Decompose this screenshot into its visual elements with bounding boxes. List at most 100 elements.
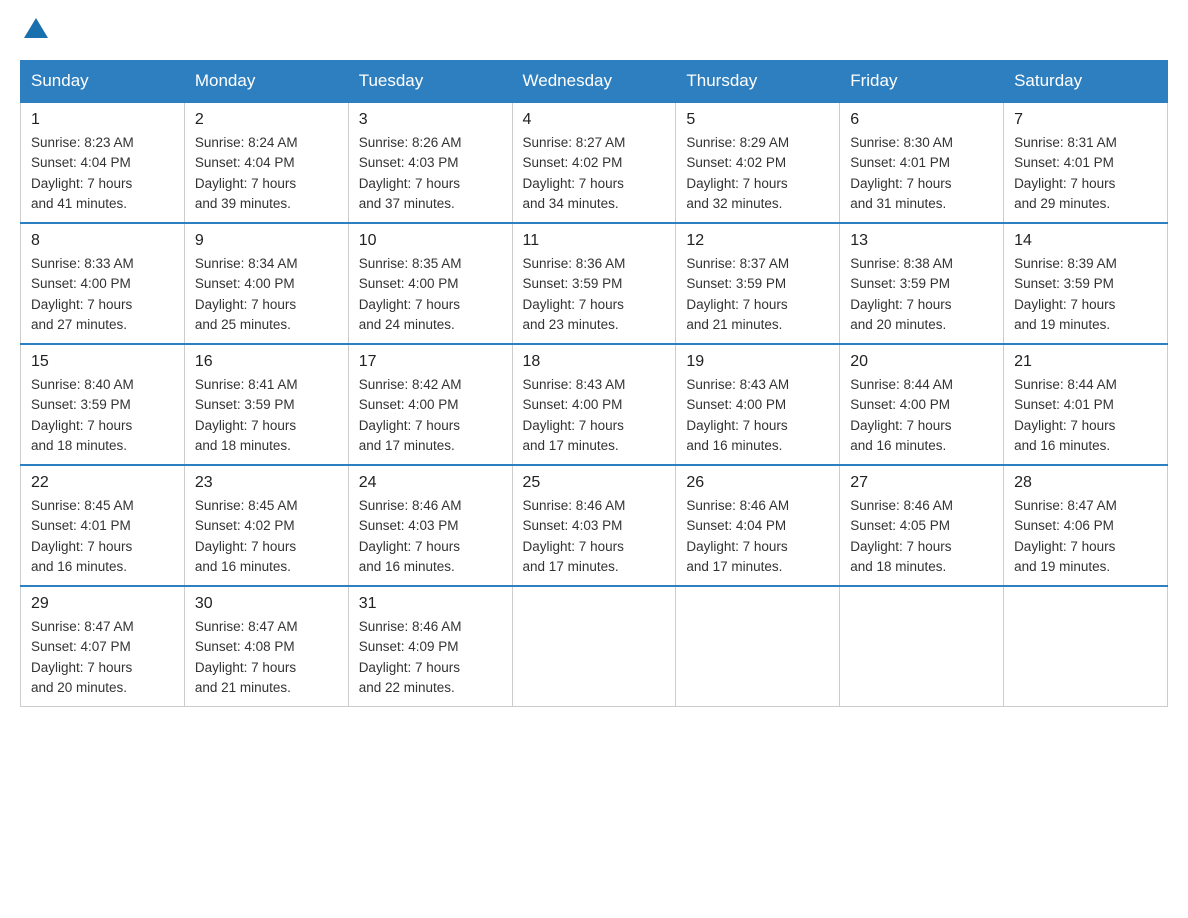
day-info: Sunrise: 8:43 AMSunset: 4:00 PMDaylight:… [686,377,789,453]
day-info: Sunrise: 8:47 AMSunset: 4:07 PMDaylight:… [31,619,134,695]
day-number: 16 [195,353,338,371]
weekday-header-wednesday: Wednesday [512,61,676,103]
calendar-cell: 6 Sunrise: 8:30 AMSunset: 4:01 PMDayligh… [840,102,1004,223]
calendar-cell: 15 Sunrise: 8:40 AMSunset: 3:59 PMDaylig… [21,344,185,465]
calendar-week-1: 1 Sunrise: 8:23 AMSunset: 4:04 PMDayligh… [21,102,1168,223]
day-number: 25 [523,474,666,492]
day-info: Sunrise: 8:46 AMSunset: 4:04 PMDaylight:… [686,498,789,574]
weekday-header-sunday: Sunday [21,61,185,103]
day-info: Sunrise: 8:24 AMSunset: 4:04 PMDaylight:… [195,135,298,211]
calendar-cell: 21 Sunrise: 8:44 AMSunset: 4:01 PMDaylig… [1004,344,1168,465]
day-info: Sunrise: 8:42 AMSunset: 4:00 PMDaylight:… [359,377,462,453]
calendar-cell: 8 Sunrise: 8:33 AMSunset: 4:00 PMDayligh… [21,223,185,344]
calendar-cell: 26 Sunrise: 8:46 AMSunset: 4:04 PMDaylig… [676,465,840,586]
calendar-cell: 4 Sunrise: 8:27 AMSunset: 4:02 PMDayligh… [512,102,676,223]
day-info: Sunrise: 8:43 AMSunset: 4:00 PMDaylight:… [523,377,626,453]
day-info: Sunrise: 8:45 AMSunset: 4:02 PMDaylight:… [195,498,298,574]
day-info: Sunrise: 8:44 AMSunset: 4:00 PMDaylight:… [850,377,953,453]
day-number: 10 [359,232,502,250]
day-number: 7 [1014,111,1157,129]
calendar-cell: 29 Sunrise: 8:47 AMSunset: 4:07 PMDaylig… [21,586,185,707]
calendar-cell: 28 Sunrise: 8:47 AMSunset: 4:06 PMDaylig… [1004,465,1168,586]
day-info: Sunrise: 8:39 AMSunset: 3:59 PMDaylight:… [1014,256,1117,332]
day-number: 28 [1014,474,1157,492]
weekday-header-saturday: Saturday [1004,61,1168,103]
calendar-cell [840,586,1004,707]
day-number: 22 [31,474,174,492]
calendar-week-3: 15 Sunrise: 8:40 AMSunset: 3:59 PMDaylig… [21,344,1168,465]
day-info: Sunrise: 8:47 AMSunset: 4:06 PMDaylight:… [1014,498,1117,574]
day-info: Sunrise: 8:46 AMSunset: 4:03 PMDaylight:… [359,498,462,574]
calendar-table: SundayMondayTuesdayWednesdayThursdayFrid… [20,60,1168,707]
calendar-cell: 9 Sunrise: 8:34 AMSunset: 4:00 PMDayligh… [184,223,348,344]
calendar-cell: 30 Sunrise: 8:47 AMSunset: 4:08 PMDaylig… [184,586,348,707]
logo [20,20,48,40]
calendar-cell [1004,586,1168,707]
calendar-cell: 2 Sunrise: 8:24 AMSunset: 4:04 PMDayligh… [184,102,348,223]
day-number: 4 [523,111,666,129]
calendar-cell: 10 Sunrise: 8:35 AMSunset: 4:00 PMDaylig… [348,223,512,344]
day-number: 17 [359,353,502,371]
calendar-cell: 18 Sunrise: 8:43 AMSunset: 4:00 PMDaylig… [512,344,676,465]
day-number: 8 [31,232,174,250]
calendar-cell: 27 Sunrise: 8:46 AMSunset: 4:05 PMDaylig… [840,465,1004,586]
day-info: Sunrise: 8:37 AMSunset: 3:59 PMDaylight:… [686,256,789,332]
day-number: 15 [31,353,174,371]
day-number: 23 [195,474,338,492]
day-info: Sunrise: 8:45 AMSunset: 4:01 PMDaylight:… [31,498,134,574]
calendar-cell: 5 Sunrise: 8:29 AMSunset: 4:02 PMDayligh… [676,102,840,223]
day-info: Sunrise: 8:38 AMSunset: 3:59 PMDaylight:… [850,256,953,332]
calendar-cell: 23 Sunrise: 8:45 AMSunset: 4:02 PMDaylig… [184,465,348,586]
day-number: 26 [686,474,829,492]
calendar-cell: 31 Sunrise: 8:46 AMSunset: 4:09 PMDaylig… [348,586,512,707]
day-info: Sunrise: 8:46 AMSunset: 4:09 PMDaylight:… [359,619,462,695]
day-number: 5 [686,111,829,129]
calendar-cell: 19 Sunrise: 8:43 AMSunset: 4:00 PMDaylig… [676,344,840,465]
day-number: 21 [1014,353,1157,371]
calendar-cell [512,586,676,707]
day-number: 6 [850,111,993,129]
calendar-cell: 7 Sunrise: 8:31 AMSunset: 4:01 PMDayligh… [1004,102,1168,223]
day-info: Sunrise: 8:46 AMSunset: 4:03 PMDaylight:… [523,498,626,574]
day-number: 11 [523,232,666,250]
day-info: Sunrise: 8:29 AMSunset: 4:02 PMDaylight:… [686,135,789,211]
day-number: 20 [850,353,993,371]
day-number: 3 [359,111,502,129]
day-number: 9 [195,232,338,250]
day-number: 18 [523,353,666,371]
day-info: Sunrise: 8:23 AMSunset: 4:04 PMDaylight:… [31,135,134,211]
calendar-cell: 17 Sunrise: 8:42 AMSunset: 4:00 PMDaylig… [348,344,512,465]
weekday-header-tuesday: Tuesday [348,61,512,103]
day-info: Sunrise: 8:30 AMSunset: 4:01 PMDaylight:… [850,135,953,211]
day-info: Sunrise: 8:31 AMSunset: 4:01 PMDaylight:… [1014,135,1117,211]
day-number: 1 [31,111,174,129]
calendar-cell: 20 Sunrise: 8:44 AMSunset: 4:00 PMDaylig… [840,344,1004,465]
day-info: Sunrise: 8:33 AMSunset: 4:00 PMDaylight:… [31,256,134,332]
day-number: 13 [850,232,993,250]
weekday-header-thursday: Thursday [676,61,840,103]
page-header [20,20,1168,40]
day-info: Sunrise: 8:40 AMSunset: 3:59 PMDaylight:… [31,377,134,453]
calendar-header-row: SundayMondayTuesdayWednesdayThursdayFrid… [21,61,1168,103]
day-info: Sunrise: 8:46 AMSunset: 4:05 PMDaylight:… [850,498,953,574]
calendar-cell: 12 Sunrise: 8:37 AMSunset: 3:59 PMDaylig… [676,223,840,344]
calendar-week-4: 22 Sunrise: 8:45 AMSunset: 4:01 PMDaylig… [21,465,1168,586]
day-number: 31 [359,595,502,613]
weekday-header-monday: Monday [184,61,348,103]
calendar-cell: 24 Sunrise: 8:46 AMSunset: 4:03 PMDaylig… [348,465,512,586]
day-number: 14 [1014,232,1157,250]
day-info: Sunrise: 8:47 AMSunset: 4:08 PMDaylight:… [195,619,298,695]
day-info: Sunrise: 8:44 AMSunset: 4:01 PMDaylight:… [1014,377,1117,453]
logo-triangle-left [24,18,36,38]
calendar-week-2: 8 Sunrise: 8:33 AMSunset: 4:00 PMDayligh… [21,223,1168,344]
logo-triangle-right [36,18,48,38]
day-number: 12 [686,232,829,250]
calendar-cell: 11 Sunrise: 8:36 AMSunset: 3:59 PMDaylig… [512,223,676,344]
day-info: Sunrise: 8:35 AMSunset: 4:00 PMDaylight:… [359,256,462,332]
calendar-cell: 3 Sunrise: 8:26 AMSunset: 4:03 PMDayligh… [348,102,512,223]
day-number: 2 [195,111,338,129]
calendar-cell [676,586,840,707]
calendar-cell: 13 Sunrise: 8:38 AMSunset: 3:59 PMDaylig… [840,223,1004,344]
calendar-cell: 1 Sunrise: 8:23 AMSunset: 4:04 PMDayligh… [21,102,185,223]
day-info: Sunrise: 8:34 AMSunset: 4:00 PMDaylight:… [195,256,298,332]
